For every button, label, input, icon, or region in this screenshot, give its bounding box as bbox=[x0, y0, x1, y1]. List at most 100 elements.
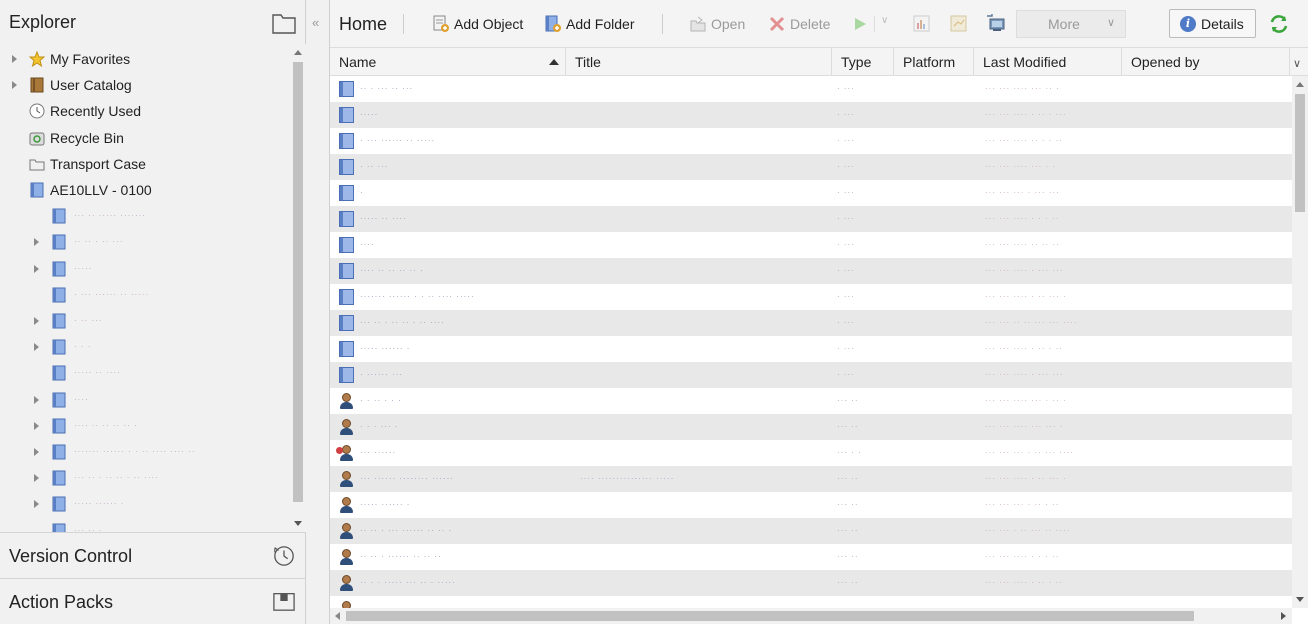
column-header-platform[interactable]: Platform bbox=[894, 48, 974, 76]
expand-arrow-icon[interactable] bbox=[34, 500, 39, 509]
tree-item[interactable]: ···· ·· ·· ·· ·· · bbox=[0, 413, 290, 439]
expand-arrow-icon[interactable] bbox=[34, 395, 39, 404]
column-header-opened-by[interactable]: Opened by bbox=[1122, 48, 1290, 76]
catalog-icon bbox=[29, 77, 45, 93]
table-row[interactable]: · · ·· · · · ··· ·· ··· ··· ···· ··· · ·· … bbox=[330, 388, 1292, 414]
tree-item[interactable]: ··· ·· · ·· ·· · ·· ···· bbox=[0, 465, 290, 491]
table-row[interactable]: · ··· ······ ·· ····· · ··· ··· ··· ···· ·… bbox=[330, 128, 1292, 154]
expand-arrow-icon[interactable] bbox=[12, 55, 17, 63]
expand-arrow-icon[interactable] bbox=[34, 238, 39, 247]
table-row[interactable]: ····· ·· ···· · ··· ··· ··· ···· · · · ·· bbox=[330, 206, 1292, 232]
table-row[interactable]: ····· ······ · · ··· ··· ··· ···· · ·· · ·… bbox=[330, 336, 1292, 362]
scroll-right-arrow[interactable] bbox=[1281, 612, 1286, 620]
tree-item[interactable]: User Catalog bbox=[0, 72, 290, 98]
toolbar-divider bbox=[874, 16, 875, 32]
expand-arrow-icon[interactable] bbox=[34, 474, 39, 483]
tree-item[interactable]: · ··· ······ ·· ····· bbox=[0, 282, 290, 308]
table-row[interactable]: ·· · ··· ·· ··· · ··· ··· ··· ···· ··· ·· … bbox=[330, 76, 1292, 102]
explorer-scrollbar[interactable] bbox=[290, 44, 306, 532]
table-row[interactable]: ···· ·· ·· ·· ·· · · ··· ··· ··· ···· · ··… bbox=[330, 258, 1292, 284]
folder-icon bbox=[51, 208, 67, 224]
tree-item[interactable]: ····· ·· ···· bbox=[0, 360, 290, 386]
table-row[interactable]: ··· ······ ··· · · ··· ··· ··· · ·· ··· ··… bbox=[330, 440, 1292, 466]
column-menu-icon[interactable]: ∨ bbox=[1293, 57, 1301, 70]
table-row[interactable]: ··· ······ ········ ······ ···· ·········… bbox=[330, 466, 1292, 492]
scroll-up-arrow[interactable] bbox=[294, 50, 302, 55]
tree-item[interactable]: ···· bbox=[0, 387, 290, 413]
column-header-name[interactable]: Name bbox=[330, 48, 566, 76]
tree-item[interactable]: · ·· ··· bbox=[0, 308, 290, 334]
version-control-section[interactable]: Version Control bbox=[0, 532, 306, 578]
table-row[interactable]: ·· · · ····· ··· ·· · ····· ··· ·· ··· ···… bbox=[330, 570, 1292, 596]
toolbar: Home Add Object Add Folder Open Delete ∨… bbox=[330, 0, 1308, 48]
user-icon bbox=[339, 549, 354, 565]
table-vertical-scrollbar[interactable] bbox=[1292, 76, 1308, 608]
table-row[interactable]: · ·· ··· · ··· ··· ··· ···· ··· · · bbox=[330, 154, 1292, 180]
refresh-icon[interactable] bbox=[1268, 13, 1290, 35]
table-row[interactable]: ··· ·· · ·· ·· · ·· ···· · ··· ··· ··· ·· … bbox=[330, 310, 1292, 336]
tree-item[interactable]: ··· ·· · bbox=[0, 518, 290, 532]
tree-item[interactable]: Recycle Bin bbox=[0, 125, 290, 151]
expand-arrow-icon[interactable] bbox=[34, 317, 39, 325]
expand-arrow-icon[interactable] bbox=[34, 421, 39, 430]
tree-item[interactable]: ······· ······ · · ·· ···· ···· ·· bbox=[0, 439, 290, 465]
tree-item[interactable]: · · · bbox=[0, 334, 290, 360]
scrollbar-thumb[interactable] bbox=[1295, 94, 1305, 212]
scroll-down-arrow[interactable] bbox=[1296, 597, 1304, 602]
tree-item[interactable]: ····· bbox=[0, 256, 290, 282]
column-header-title[interactable]: Title bbox=[566, 48, 832, 76]
tree-item-label: ····· bbox=[74, 263, 93, 273]
panel-splitter[interactable]: « bbox=[306, 0, 330, 624]
details-button[interactable]: i Details bbox=[1169, 9, 1256, 38]
expand-arrow-icon[interactable] bbox=[34, 448, 39, 456]
table-row[interactable]: ···· · ··· ··· ··· ···· ·· ·· ·· bbox=[330, 232, 1292, 258]
table-row[interactable]: ····· · ··· ··· ··· ···· · ·· · ··· bbox=[330, 102, 1292, 128]
transport-case-icon bbox=[29, 156, 45, 172]
run-dropdown-icon[interactable]: ∨ bbox=[881, 15, 888, 26]
column-header-last-modified[interactable]: Last Modified bbox=[974, 48, 1122, 76]
report-icon[interactable] bbox=[950, 15, 967, 32]
expand-arrow-icon[interactable] bbox=[34, 343, 39, 352]
cell-title bbox=[580, 596, 820, 608]
table-row[interactable]: · · ··· ··· ··· ··· · ··· ··· bbox=[330, 180, 1292, 206]
recycle-bin-icon bbox=[29, 130, 45, 146]
tree-item[interactable]: Transport Case bbox=[0, 151, 290, 177]
table-row[interactable]: · ······ ··· · ··· ··· ··· ···· · ··· ··· bbox=[330, 362, 1292, 388]
expand-arrow-icon[interactable] bbox=[12, 81, 17, 90]
table-row[interactable]: ·· ·· · ······ ·· ·· ·· ··· ·· ··· ··· ···… bbox=[330, 544, 1292, 570]
table-horizontal-scrollbar[interactable] bbox=[330, 608, 1292, 624]
table-row[interactable]: ····· ······ · ··· ·· ··· ··· ··· · ·· · ·… bbox=[330, 492, 1292, 518]
deploy-icon[interactable] bbox=[986, 13, 1006, 33]
tree-item[interactable]: ····· ······ · bbox=[0, 491, 290, 517]
delete-button[interactable]: Delete bbox=[768, 12, 830, 36]
tree-item[interactable]: AE10LLV - 0100 bbox=[0, 177, 290, 203]
cell-name: ·· · · ····· ··· ·· · ····· bbox=[360, 578, 456, 587]
run-icon[interactable] bbox=[852, 16, 868, 32]
add-object-button[interactable]: Add Object bbox=[432, 12, 523, 36]
tree-item[interactable]: My Favorites bbox=[0, 46, 290, 72]
tree-item[interactable]: ··· ·· ····· ······· bbox=[0, 203, 290, 229]
tree-item[interactable]: Recently Used bbox=[0, 98, 290, 124]
action-packs-section[interactable]: Action Packs bbox=[0, 578, 306, 624]
expand-arrow-icon[interactable] bbox=[34, 264, 39, 273]
tree-item-label: ···· bbox=[74, 394, 89, 404]
scrollbar-thumb[interactable] bbox=[346, 611, 1194, 621]
scrollbar-thumb[interactable] bbox=[293, 62, 303, 502]
collapse-panel-icon[interactable]: « bbox=[312, 15, 319, 30]
open-button[interactable]: Open bbox=[689, 12, 745, 36]
scroll-down-arrow[interactable] bbox=[294, 521, 302, 526]
cell-name: ···· bbox=[360, 240, 375, 249]
scroll-left-arrow[interactable] bbox=[335, 612, 340, 620]
table-row[interactable]: ······· ······ · · ·· ···· ····· · ··· ···… bbox=[330, 284, 1292, 310]
more-dropdown[interactable]: More ∨ bbox=[1016, 10, 1126, 38]
folder-outline-icon[interactable] bbox=[272, 12, 296, 34]
table-row[interactable]: ·········· ·· · ···· · ··· ·· ··· ··· ·· ·… bbox=[330, 596, 1292, 608]
table-row[interactable]: · · · ··· · ··· ·· ··· ··· ···· ··· ··· · bbox=[330, 414, 1292, 440]
chart-icon[interactable] bbox=[913, 15, 930, 32]
cell-name: ····· ·· ···· bbox=[360, 214, 407, 223]
scroll-up-arrow[interactable] bbox=[1296, 82, 1304, 87]
add-folder-button[interactable]: Add Folder bbox=[544, 12, 634, 36]
column-header-type[interactable]: Type bbox=[832, 48, 894, 76]
tree-item[interactable]: ·· ·· · ·· ··· bbox=[0, 229, 290, 255]
table-row[interactable]: ·· ·· · ··· ······ ·· ·· · ··· ·· ··· ··· … bbox=[330, 518, 1292, 544]
